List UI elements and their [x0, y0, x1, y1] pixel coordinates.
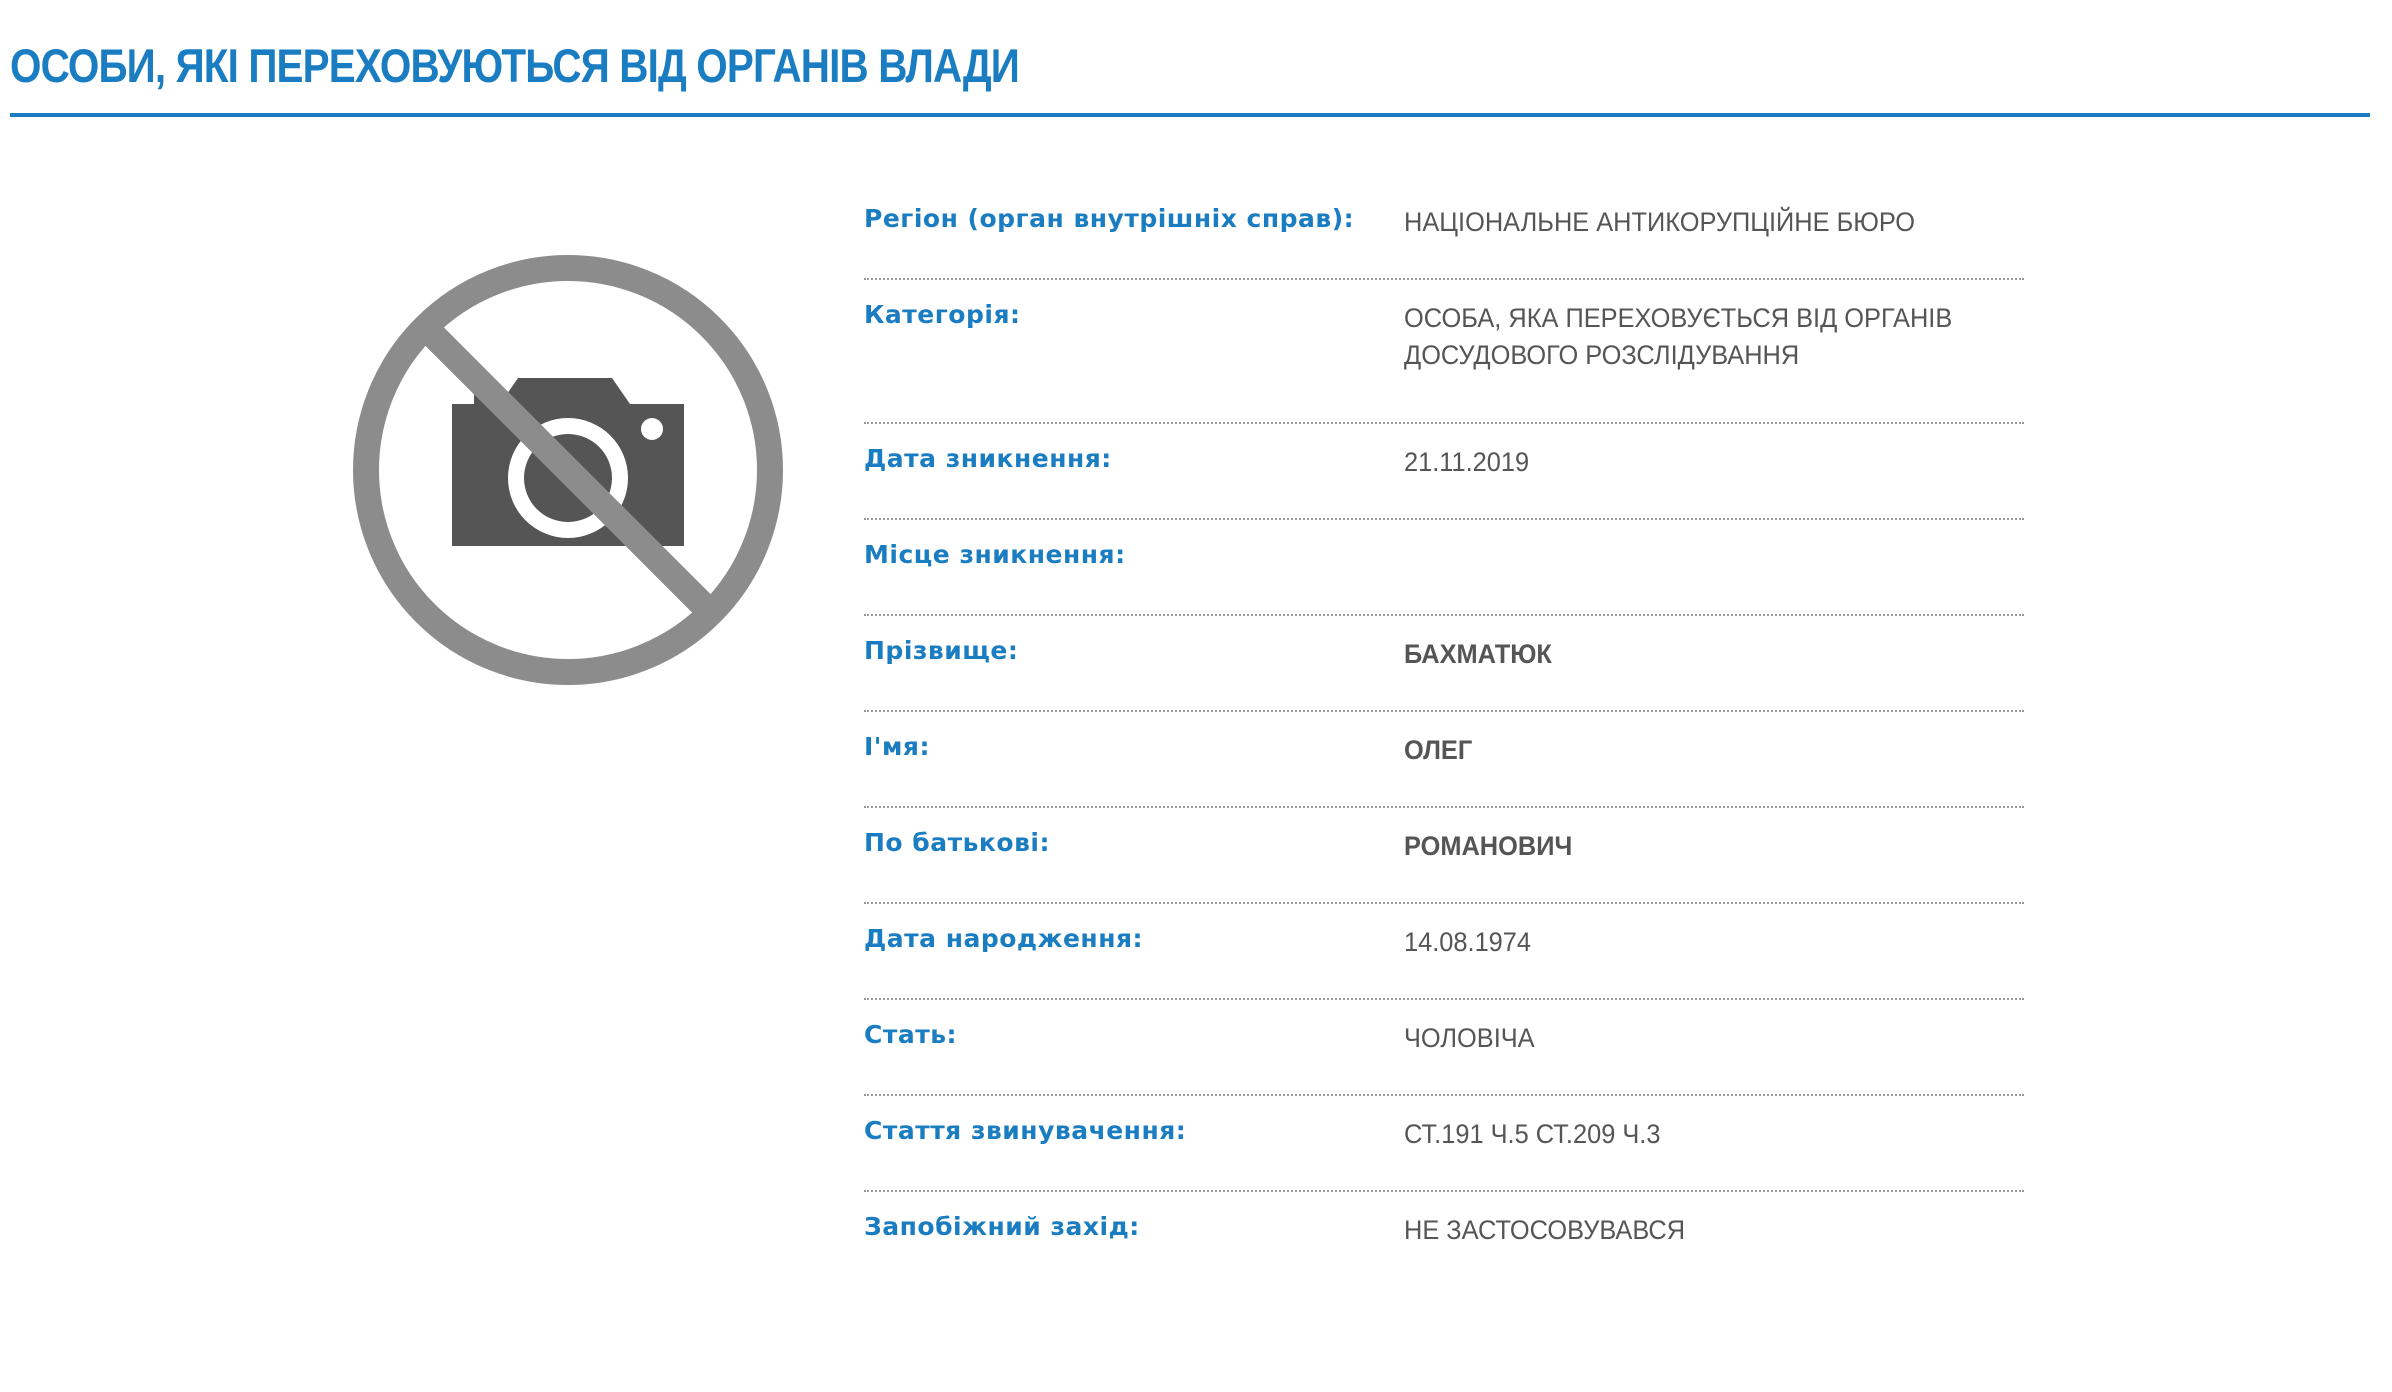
- detail-label: І'мя:: [864, 732, 930, 761]
- detail-value: 21.11.2019: [1404, 447, 1530, 477]
- detail-row-patronymic: По батькові: РОМАНОВИЧ: [864, 808, 2024, 904]
- detail-row-birth-date: Дата народження: 14.08.1974: [864, 904, 2024, 1000]
- page-title: ОСОБИ, ЯКІ ПЕРЕХОВУЮТЬСЯ ВІД ОРГАНІВ ВЛА…: [10, 39, 1020, 92]
- detail-row-preventive-measure: Запобіжний захід: НЕ ЗАСТОСОВУВАВСЯ: [864, 1192, 2024, 1286]
- detail-row-category: Категорія: ОСОБА, ЯКА ПЕРЕХОВУЄТЬСЯ ВІД …: [864, 280, 2024, 424]
- detail-label: Категорія:: [864, 300, 1021, 329]
- detail-label: По батькові:: [864, 828, 1050, 857]
- detail-label: Стаття звинувачення:: [864, 1116, 1187, 1145]
- detail-value: РОМАНОВИЧ: [1404, 831, 1573, 861]
- detail-label: Стать:: [864, 1020, 958, 1049]
- detail-row-charge-article: Стаття звинувачення: СТ.191 Ч.5 СТ.209 Ч…: [864, 1096, 2024, 1192]
- detail-value: ОСОБА, ЯКА ПЕРЕХОВУЄТЬСЯ ВІД ОРГАНІВ ДОС…: [1404, 303, 1953, 370]
- no-photo-svg: [353, 255, 783, 685]
- detail-value: СТ.191 Ч.5 СТ.209 Ч.3: [1404, 1119, 1661, 1149]
- detail-label: Дата народження:: [864, 924, 1144, 953]
- detail-value: 14.08.1974: [1404, 927, 1532, 957]
- detail-label: Регіон (орган внутрішніх справ):: [864, 204, 1355, 233]
- detail-row-sex: Стать: ЧОЛОВІЧА: [864, 1000, 2024, 1096]
- detail-label: Дата зникнення:: [864, 444, 1112, 473]
- page: ОСОБИ, ЯКІ ПЕРЕХОВУЮТЬСЯ ВІД ОРГАНІВ ВЛА…: [0, 0, 2392, 1392]
- detail-row-missing-date: Дата зникнення: 21.11.2019: [864, 424, 2024, 520]
- detail-label: Місце зникнення:: [864, 540, 1126, 569]
- detail-value: НАЦІОНАЛЬНЕ АНТИКОРУПЦІЙНЕ БЮРО: [1404, 207, 1916, 237]
- detail-value: НЕ ЗАСТОСОВУВАВСЯ: [1404, 1215, 1686, 1245]
- detail-row-region: Регіон (орган внутрішніх справ): НАЦІОНА…: [864, 184, 2024, 280]
- detail-row-first-name: І'мя: ОЛЕГ: [864, 712, 2024, 808]
- no-photo-icon: [350, 252, 786, 688]
- details-table: Регіон (орган внутрішніх справ): НАЦІОНА…: [864, 184, 2024, 1286]
- detail-label: Прізвище:: [864, 636, 1019, 665]
- header: ОСОБИ, ЯКІ ПЕРЕХОВУЮТЬСЯ ВІД ОРГАНІВ ВЛА…: [10, 0, 2370, 117]
- detail-label: Запобіжний захід:: [864, 1212, 1140, 1241]
- detail-value: ОЛЕГ: [1404, 735, 1473, 765]
- detail-row-missing-place: Місце зникнення:: [864, 520, 2024, 616]
- detail-row-surname: Прізвище: БАХМАТЮК: [864, 616, 2024, 712]
- detail-value: ЧОЛОВІЧА: [1404, 1023, 1535, 1053]
- detail-value: БАХМАТЮК: [1404, 639, 1552, 669]
